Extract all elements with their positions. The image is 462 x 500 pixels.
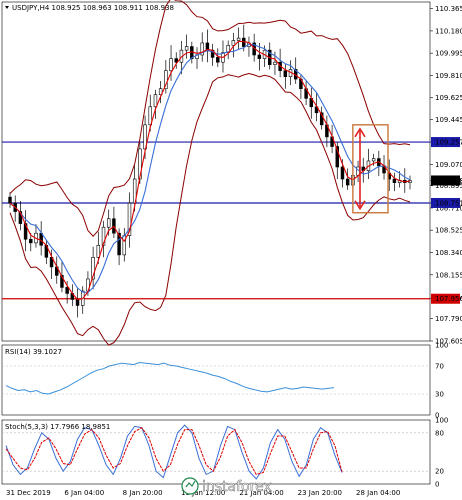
candle-body: [392, 178, 397, 183]
candle-body: [8, 196, 12, 204]
candle-body: [169, 58, 173, 71]
x-tick-label: 28 Jan 04:00: [356, 489, 400, 497]
stoch-tick-label: 80: [435, 429, 444, 437]
chart-window: 110.365 110.180 109.995 109.810 109.625 109.4…: [0, 0, 462, 500]
stoch-tick-label: 20: [435, 468, 444, 476]
x-tick-label: 8 Jan 20:00: [123, 489, 163, 497]
level-price-label: 107.956: [435, 295, 462, 303]
stoch-title: Stoch(5,3,3) 17.7966 18.9851: [5, 423, 110, 431]
candle-body: [75, 299, 80, 306]
candle-body: [345, 178, 350, 186]
stoch-tick-label: 100: [435, 417, 448, 425]
y-tick-label: 109.070: [435, 161, 462, 169]
candle-body: [371, 158, 376, 162]
rsi-tick-label: 100: [435, 342, 448, 350]
candle-body: [257, 54, 262, 59]
candle-body: [39, 232, 43, 246]
y-tick-label: 107.790: [435, 315, 462, 323]
x-tick-label: 6 Jan 04:00: [64, 489, 104, 497]
candle-body: [184, 46, 189, 51]
symbol-title: USDJPY,H4 108.925 108.963 108.911 108.93…: [12, 4, 174, 12]
y-tick-label: 110.365: [435, 5, 462, 13]
watermark-text: instaforex: [202, 479, 272, 495]
level-price-label: 109.257: [435, 139, 462, 147]
stoch-tick-label: 0: [435, 481, 439, 489]
candle-body: [153, 94, 158, 108]
trading-chart: 110.365 110.180 109.995 109.810 109.625 109.4…: [1, 0, 462, 497]
y-tick-label: 110.180: [435, 27, 462, 35]
y-tick-label: 109.625: [435, 94, 462, 102]
current-price-label: 108.938: [435, 177, 462, 185]
y-tick-label: 108.525: [435, 227, 462, 235]
y-tick-label: 108.340: [435, 249, 462, 257]
candle-body: [273, 61, 277, 65]
rsi-panel: [1, 344, 431, 416]
candle-body: [29, 238, 33, 244]
watermark-logo-icon: [181, 477, 199, 495]
rsi-tick-label: 30: [435, 391, 444, 399]
candle-body: [216, 57, 220, 63]
y-tick-label: 109.445: [435, 116, 462, 124]
y-tick-label: 108.155: [435, 271, 462, 279]
rsi-tick-label: 70: [435, 363, 444, 371]
y-tick-label: 109.810: [435, 72, 462, 80]
level-price-label: 108.751: [435, 199, 462, 207]
candle-body: [106, 218, 111, 228]
candle-body: [283, 70, 288, 77]
candle-body: [236, 37, 241, 41]
candle-body: [340, 166, 345, 180]
rsi-title: RSI(14) 39.1027: [5, 348, 62, 356]
candle-body: [65, 287, 69, 294]
x-tick-label: 23 Jan 20:00: [298, 489, 342, 497]
x-tick-label: 31 Dec 2019: [6, 489, 51, 497]
y-tick-label: 109.995: [435, 50, 462, 58]
